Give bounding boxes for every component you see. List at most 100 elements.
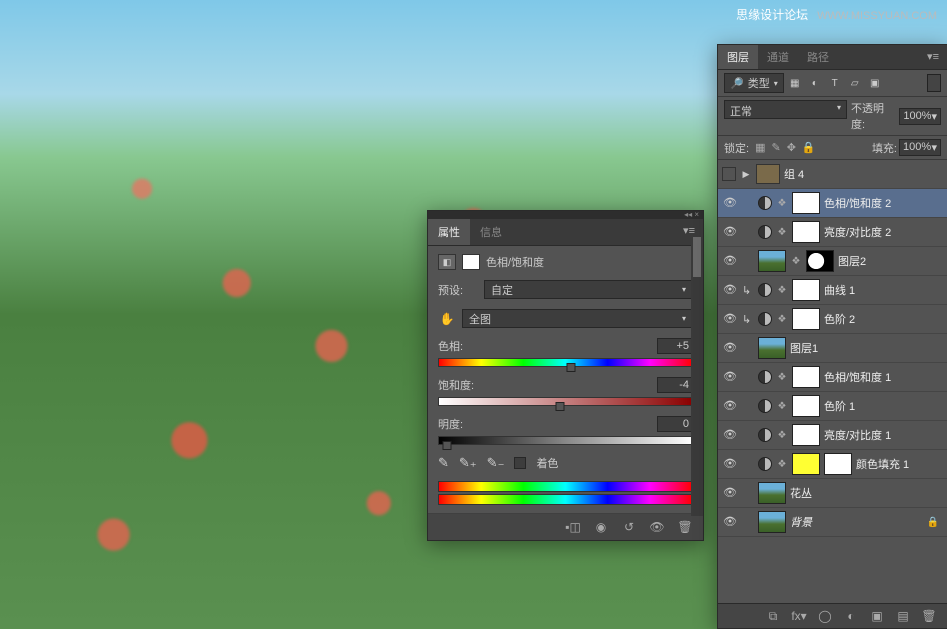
saturation-slider[interactable] bbox=[438, 397, 693, 406]
lightness-input[interactable]: 0 bbox=[657, 416, 693, 432]
layer-row[interactable]: ▶ 组 4 bbox=[718, 160, 947, 189]
mask-thumbnail[interactable] bbox=[824, 453, 852, 475]
layer-name[interactable]: 图层2 bbox=[838, 253, 866, 269]
layer-name[interactable]: 花丛 bbox=[790, 485, 812, 501]
mask-icon[interactable] bbox=[462, 254, 480, 270]
layer-row[interactable]: 👁 ❖ 图层2 bbox=[718, 247, 947, 276]
layer-name[interactable]: 色阶 1 bbox=[824, 398, 855, 414]
filter-pixel-icon[interactable]: ▦ bbox=[786, 74, 804, 92]
mask-thumbnail[interactable] bbox=[806, 250, 834, 272]
layer-fx-icon[interactable]: fx▾ bbox=[791, 609, 807, 623]
layer-thumbnail[interactable] bbox=[792, 424, 820, 446]
saturation-input[interactable]: -4 bbox=[657, 377, 693, 393]
visibility-eye-icon[interactable]: 👁 bbox=[722, 312, 738, 326]
toggle-visibility-icon[interactable]: 👁 bbox=[649, 520, 665, 534]
tab-properties[interactable]: 属性 bbox=[428, 219, 470, 245]
layer-row[interactable]: 👁 背景 🔒 bbox=[718, 508, 947, 537]
visibility-eye-icon[interactable]: 👁 bbox=[722, 341, 738, 355]
lock-paint-icon[interactable]: ✎ bbox=[771, 141, 780, 154]
layer-name[interactable]: 亮度/对比度 2 bbox=[824, 224, 891, 240]
layer-name[interactable]: 组 4 bbox=[784, 166, 804, 182]
eyedropper-icon[interactable]: ✎ bbox=[438, 455, 449, 471]
view-previous-icon[interactable]: ◉ bbox=[593, 520, 609, 534]
layer-row[interactable]: 👁 ❖ 亮度/对比度 2 bbox=[718, 218, 947, 247]
layer-name[interactable]: 色相/饱和度 2 bbox=[824, 195, 891, 211]
layer-thumbnail[interactable] bbox=[792, 221, 820, 243]
layer-name[interactable]: 图层1 bbox=[790, 340, 818, 356]
tab-paths[interactable]: 路径 bbox=[798, 45, 838, 69]
scrubby-hand-icon[interactable]: ✋ bbox=[438, 310, 456, 328]
layer-row[interactable]: 👁 花丛 bbox=[718, 479, 947, 508]
clip-icon[interactable]: ▪◫ bbox=[565, 520, 581, 534]
layer-thumbnail[interactable] bbox=[758, 250, 786, 272]
lock-all-icon[interactable]: 🔒 bbox=[802, 141, 816, 154]
filter-shape-icon[interactable]: ▱ bbox=[846, 74, 864, 92]
reset-icon[interactable]: ↺ bbox=[621, 520, 637, 534]
new-group-icon[interactable]: ▣ bbox=[869, 609, 885, 623]
opacity-input[interactable]: 100%▾ bbox=[899, 108, 941, 125]
preset-dropdown[interactable]: 自定 ▾ bbox=[484, 280, 693, 299]
tab-info[interactable]: 信息 bbox=[470, 219, 512, 245]
layer-name[interactable]: 亮度/对比度 1 bbox=[824, 427, 891, 443]
add-mask-icon[interactable]: ◯ bbox=[817, 609, 833, 623]
new-layer-icon[interactable]: ▤ bbox=[895, 609, 911, 623]
lightness-slider[interactable] bbox=[438, 436, 693, 445]
layer-row[interactable]: 👁 ❖ 亮度/对比度 1 bbox=[718, 421, 947, 450]
visibility-eye-icon[interactable]: 👁 bbox=[722, 457, 738, 471]
channel-dropdown[interactable]: 全图 ▾ bbox=[462, 309, 693, 328]
layer-name[interactable]: 颜色填充 1 bbox=[856, 456, 909, 472]
layer-row[interactable]: 👁 ❖ 颜色填充 1 bbox=[718, 450, 947, 479]
new-adjustment-icon[interactable]: ◐ bbox=[843, 609, 859, 623]
panel-menu-icon[interactable]: ▾≡ bbox=[919, 45, 947, 69]
visibility-placeholder[interactable] bbox=[722, 167, 736, 181]
layer-name[interactable]: 背景 bbox=[790, 514, 812, 530]
visibility-eye-icon[interactable]: 👁 bbox=[722, 225, 738, 239]
layer-thumbnail[interactable] bbox=[792, 279, 820, 301]
layer-thumbnail[interactable] bbox=[758, 511, 786, 533]
layer-row[interactable]: 👁 图层1 bbox=[718, 334, 947, 363]
layer-thumbnail[interactable] bbox=[792, 395, 820, 417]
layer-name[interactable]: 曲线 1 bbox=[824, 282, 855, 298]
trash-icon[interactable]: 🗑 bbox=[921, 609, 937, 623]
layer-name[interactable]: 色相/饱和度 1 bbox=[824, 369, 891, 385]
layer-row[interactable]: 👁 ❖ 色相/饱和度 1 bbox=[718, 363, 947, 392]
layer-thumbnail[interactable] bbox=[792, 308, 820, 330]
visibility-eye-icon[interactable]: 👁 bbox=[722, 254, 738, 268]
layer-thumbnail[interactable] bbox=[792, 366, 820, 388]
layer-row[interactable]: 👁 ❖ 色阶 1 bbox=[718, 392, 947, 421]
fold-arrow-icon[interactable]: ▶ bbox=[740, 169, 752, 180]
layer-thumbnail[interactable] bbox=[758, 337, 786, 359]
filter-type-icon[interactable]: T bbox=[826, 74, 844, 92]
layer-row[interactable]: 👁 ↳ ❖ 曲线 1 bbox=[718, 276, 947, 305]
trash-icon[interactable]: 🗑 bbox=[677, 520, 693, 534]
blend-mode-dropdown[interactable]: 正常 ▾ bbox=[724, 100, 847, 119]
tab-channels[interactable]: 通道 bbox=[758, 45, 798, 69]
slider-thumb[interactable] bbox=[566, 363, 575, 372]
scrollbar[interactable] bbox=[691, 235, 703, 516]
visibility-eye-icon[interactable]: 👁 bbox=[722, 486, 738, 500]
filter-toggle[interactable] bbox=[927, 74, 941, 92]
layer-row[interactable]: 👁 ↳ ❖ 色阶 2 bbox=[718, 305, 947, 334]
layer-thumbnail[interactable] bbox=[758, 482, 786, 504]
filter-smart-icon[interactable]: ▣ bbox=[866, 74, 884, 92]
lock-transparent-icon[interactable]: ▦ bbox=[755, 141, 765, 154]
layer-name[interactable]: 色阶 2 bbox=[824, 311, 855, 327]
hue-slider[interactable] bbox=[438, 358, 693, 367]
visibility-eye-icon[interactable]: 👁 bbox=[722, 370, 738, 384]
visibility-eye-icon[interactable]: 👁 bbox=[722, 196, 738, 210]
layer-thumbnail[interactable] bbox=[792, 453, 820, 475]
layer-thumbnail[interactable] bbox=[792, 192, 820, 214]
colorize-checkbox[interactable] bbox=[514, 457, 526, 469]
filter-adjustment-icon[interactable]: ◐ bbox=[806, 74, 824, 92]
filter-kind-dropdown[interactable]: 🔎 类型 ▾ bbox=[724, 73, 784, 93]
panel-drag-bar[interactable]: ◂◂ × bbox=[428, 211, 703, 219]
visibility-eye-icon[interactable]: 👁 bbox=[722, 399, 738, 413]
fill-input[interactable]: 100%▾ bbox=[899, 139, 941, 156]
layer-row[interactable]: 👁 ❖ 色相/饱和度 2 bbox=[718, 189, 947, 218]
hue-input[interactable]: +5 bbox=[657, 338, 693, 354]
tab-layers[interactable]: 图层 bbox=[718, 45, 758, 69]
link-layers-icon[interactable]: ⧉ bbox=[765, 609, 781, 623]
slider-thumb[interactable] bbox=[442, 441, 451, 450]
slider-thumb[interactable] bbox=[556, 402, 565, 411]
visibility-eye-icon[interactable]: 👁 bbox=[722, 515, 738, 529]
